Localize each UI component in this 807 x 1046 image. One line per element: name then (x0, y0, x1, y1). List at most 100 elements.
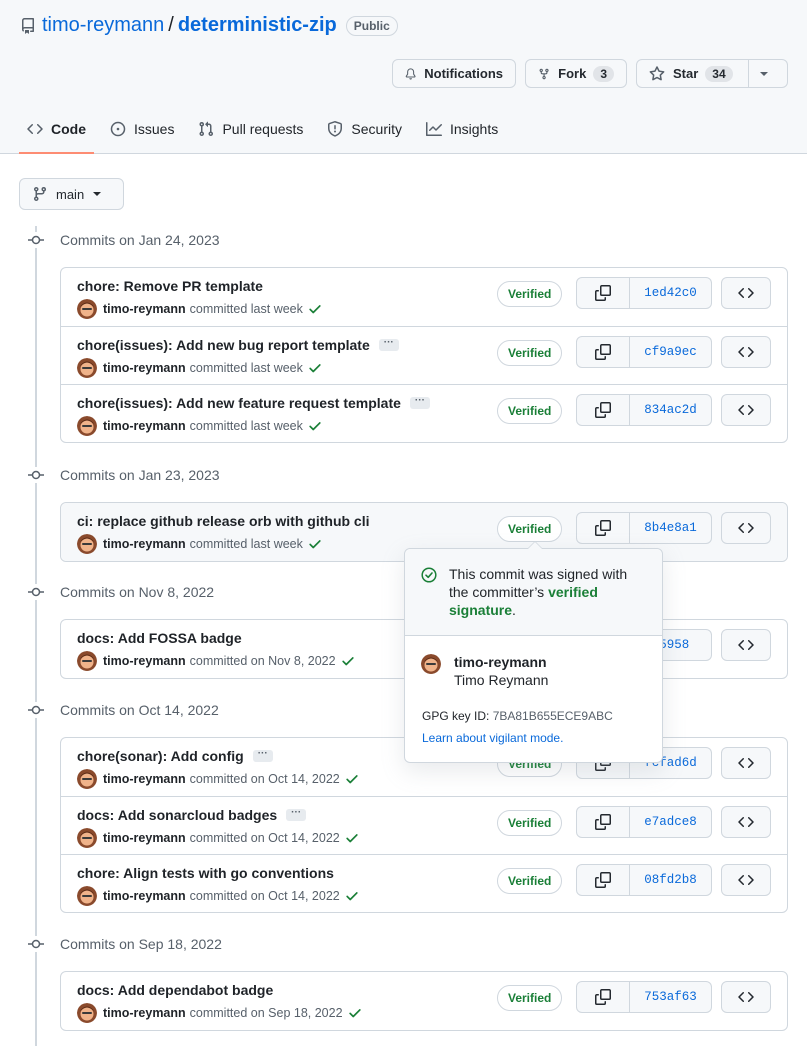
commit-author[interactable]: timo-reymann (103, 302, 186, 316)
commit-group-heading: Commits on Oct 14, 2022 (28, 702, 219, 718)
verified-badge[interactable]: Verified (497, 985, 563, 1011)
copy-sha-button[interactable] (576, 394, 630, 426)
commit-sha-link[interactable]: 8b4e8a1 (630, 512, 712, 544)
check-icon[interactable] (308, 361, 322, 375)
commit-author[interactable]: timo-reymann (103, 772, 186, 786)
commit-author[interactable]: timo-reymann (103, 1006, 186, 1020)
caret-down-icon (93, 192, 102, 196)
commit-message-link[interactable]: docs: Add dependabot badge (77, 982, 273, 998)
commit-sha-link[interactable]: cf9a9ec (630, 336, 712, 368)
tab-issues[interactable]: Issues (102, 106, 182, 154)
popover-login[interactable]: timo-reymann (454, 653, 548, 671)
check-icon[interactable] (345, 889, 359, 903)
vigilant-mode-link[interactable]: Learn about vigilant mode. (422, 731, 563, 745)
verified-badge[interactable]: Verified (497, 810, 563, 836)
expand-message-button[interactable]: ··· (378, 338, 399, 351)
commit-sha-link[interactable]: 1ed42c0 (630, 277, 712, 309)
commit-row: chore: Align tests with go conventions ti… (61, 854, 787, 912)
copy-sha-button[interactable] (576, 806, 630, 838)
star-button[interactable]: Star 34 (636, 59, 749, 88)
gpg-key-value: 7BA81B655ECE9ABC (492, 709, 613, 723)
notifications-button[interactable]: Notifications (392, 59, 516, 88)
copy-sha-button[interactable] (576, 512, 630, 544)
repo-name-link[interactable]: deterministic-zip (178, 14, 337, 37)
commit-message-link[interactable]: chore(issues): Add new bug report templa… (77, 337, 370, 353)
browse-repo-at-commit-button[interactable] (721, 629, 771, 661)
commit-time: committed on Oct 14, 2022 (189, 889, 340, 903)
tab-code[interactable]: Code (19, 106, 94, 154)
commit-author[interactable]: timo-reymann (103, 537, 186, 551)
browse-repo-at-commit-button[interactable] (721, 747, 771, 779)
expand-message-button[interactable]: ··· (409, 396, 430, 409)
check-icon[interactable] (348, 1006, 362, 1020)
check-icon[interactable] (308, 302, 322, 316)
expand-message-button[interactable]: ··· (252, 749, 273, 762)
avatar[interactable] (77, 828, 97, 848)
commit-message-link[interactable]: docs: Add FOSSA badge (77, 630, 242, 646)
commit-message-link[interactable]: chore(issues): Add new feature request t… (77, 395, 401, 411)
check-icon[interactable] (345, 831, 359, 845)
verified-badge[interactable]: Verified (497, 516, 563, 542)
tab-pull-requests[interactable]: Pull requests (190, 106, 311, 154)
copy-sha-button[interactable] (576, 336, 630, 368)
signature-popover: This commit was signed with the committe… (404, 541, 663, 763)
avatar[interactable] (77, 651, 97, 671)
check-icon[interactable] (308, 537, 322, 551)
avatar[interactable] (77, 299, 97, 319)
browse-repo-at-commit-button[interactable] (721, 864, 771, 896)
commit-message-link[interactable]: ci: replace github release orb with gith… (77, 513, 370, 529)
verified-badge[interactable]: Verified (497, 340, 563, 366)
avatar[interactable] (77, 534, 97, 554)
fork-button[interactable]: Fork 3 (525, 59, 627, 88)
copy-sha-button[interactable] (576, 277, 630, 309)
avatar[interactable] (77, 769, 97, 789)
commit-message-link[interactable]: chore: Align tests with go conventions (77, 865, 334, 881)
check-icon[interactable] (341, 654, 355, 668)
verified-badge[interactable]: Verified (497, 868, 563, 894)
avatar[interactable] (77, 358, 97, 378)
commit-sha-link[interactable]: 753af63 (630, 981, 712, 1013)
check-icon[interactable] (345, 772, 359, 786)
commit-sha-link[interactable]: 08fd2b8 (630, 864, 712, 896)
commit-sha-link[interactable]: e7adce8 (630, 806, 712, 838)
commit-time: committed on Nov 8, 2022 (189, 654, 336, 668)
avatar[interactable] (421, 654, 441, 674)
verified-check-circle-icon (421, 567, 437, 587)
check-icon[interactable] (308, 419, 322, 433)
avatar[interactable] (77, 416, 97, 436)
browse-repo-at-commit-button[interactable] (721, 277, 771, 309)
star-icon (649, 65, 665, 80)
visibility-badge: Public (345, 15, 398, 36)
branch-selector[interactable]: main (19, 178, 124, 210)
commit-author[interactable]: timo-reymann (103, 831, 186, 845)
tab-issues-label: Issues (134, 121, 175, 137)
verified-badge[interactable]: Verified (497, 398, 563, 424)
commit-author[interactable]: timo-reymann (103, 889, 186, 903)
browse-repo-at-commit-button[interactable] (721, 394, 771, 426)
repo-owner-link[interactable]: timo-reymann (42, 14, 164, 37)
tab-security[interactable]: Security (319, 106, 410, 154)
browse-repo-at-commit-button[interactable] (721, 512, 771, 544)
star-list-dropdown[interactable] (749, 59, 788, 88)
commit-message-link[interactable]: docs: Add sonarcloud badges (77, 807, 277, 823)
copy-sha-button[interactable] (576, 981, 630, 1013)
commit-author[interactable]: timo-reymann (103, 361, 186, 375)
browse-repo-at-commit-button[interactable] (721, 806, 771, 838)
commit-time: committed last week (189, 537, 303, 551)
commit-message-link[interactable]: chore: Remove PR template (77, 278, 263, 294)
code-icon (738, 346, 754, 358)
tab-insights[interactable]: Insights (418, 106, 506, 154)
browse-repo-at-commit-button[interactable] (721, 981, 771, 1013)
commit-author[interactable]: timo-reymann (103, 419, 186, 433)
browse-repo-at-commit-button[interactable] (721, 336, 771, 368)
commit-sha-link[interactable]: 834ac2d (630, 394, 712, 426)
avatar[interactable] (77, 1003, 97, 1023)
expand-message-button[interactable]: ··· (286, 808, 307, 821)
commit-message: docs: Add sonarcloud badges ··· (77, 807, 307, 823)
commit-author[interactable]: timo-reymann (103, 654, 186, 668)
copy-sha-button[interactable] (576, 864, 630, 896)
verified-badge[interactable]: Verified (497, 281, 563, 307)
commit-message-link[interactable]: chore(sonar): Add config (77, 748, 244, 764)
copy-icon (595, 520, 611, 536)
avatar[interactable] (77, 886, 97, 906)
